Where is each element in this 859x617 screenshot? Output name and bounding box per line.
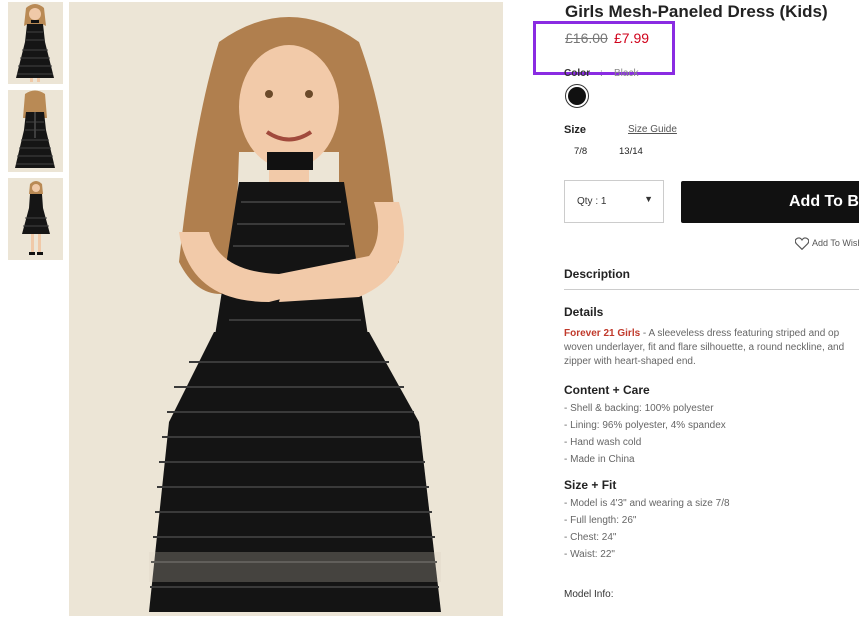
- divider: [564, 289, 859, 290]
- details-line-2: woven underlayer, fit and flare silhouet…: [564, 342, 845, 353]
- add-to-wishlist-link[interactable]: Add To Wishlist: [794, 237, 859, 251]
- thumbnail-full[interactable]: [8, 178, 63, 260]
- thumbnail-full-image: [8, 178, 63, 260]
- wishlist-label: Add To Wishlist: [812, 237, 859, 248]
- thumbnail-back[interactable]: [8, 90, 63, 172]
- quantity-select[interactable]: Qty : 1 ▼: [564, 180, 664, 223]
- content-care-item: - Hand wash cold: [564, 437, 642, 448]
- swatch-fill: [568, 87, 586, 105]
- thumbnail-back-image: [8, 90, 63, 172]
- product-title: Girls Mesh-Paneled Dress (Kids): [565, 2, 828, 21]
- details-text: Forever 21 Girls - A sleeveless dress fe…: [564, 327, 859, 369]
- add-to-bag-button[interactable]: Add To Bag: [681, 181, 859, 223]
- thumbnail-front-image: [8, 2, 63, 84]
- color-swatch-black[interactable]: [565, 84, 589, 108]
- size-fit-heading: Size + Fit: [564, 478, 617, 492]
- description-heading[interactable]: Description: [564, 267, 630, 281]
- size-fit-item: - Model is 4'3" and wearing a size 7/8: [564, 498, 730, 509]
- size-option-7-8[interactable]: 7/8: [574, 146, 587, 157]
- product-photo: [69, 2, 503, 616]
- color-separator: :: [600, 68, 603, 79]
- thumbnail-front[interactable]: [8, 2, 63, 84]
- sale-price: £7.99: [614, 30, 650, 46]
- heart-icon: [794, 237, 810, 251]
- chevron-down-icon: ▼: [644, 194, 653, 204]
- content-care-heading: Content + Care: [564, 383, 650, 397]
- size-fit-item: - Full length: 26": [564, 515, 637, 526]
- content-care-item: - Shell & backing: 100% polyester: [564, 403, 714, 414]
- brand-name: Forever 21 Girls: [564, 328, 641, 339]
- original-price: £16.00: [565, 30, 608, 46]
- content-care-item: - Lining: 96% polyester, 4% spandex: [564, 420, 726, 431]
- content-care-item: - Made in China: [564, 454, 635, 465]
- size-option-13-14[interactable]: 13/14: [619, 146, 643, 157]
- size-fit-item: - Chest: 24": [564, 532, 617, 543]
- model-info-label: Model Info:: [564, 589, 614, 600]
- color-value: Black: [614, 68, 639, 79]
- quantity-label: Qty : 1: [577, 196, 607, 207]
- details-line-3: zipper with heart-shaped end.: [564, 356, 696, 367]
- main-product-image[interactable]: [69, 2, 503, 616]
- size-label: Size: [564, 124, 587, 136]
- size-fit-item: - Waist: 22": [564, 549, 615, 560]
- details-line-1: - A sleeveless dress featuring striped a…: [640, 328, 840, 339]
- size-guide-link[interactable]: Size Guide: [628, 124, 677, 135]
- details-heading: Details: [564, 305, 604, 319]
- color-label: Color: [564, 68, 591, 79]
